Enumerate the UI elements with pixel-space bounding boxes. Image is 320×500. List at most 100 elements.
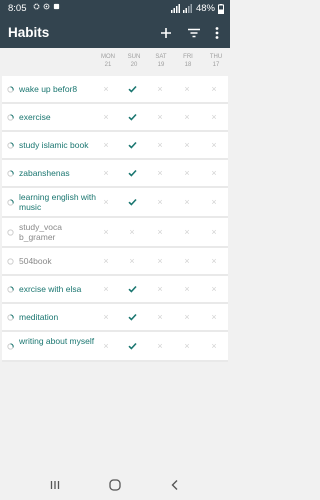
habit-check-cell-empty[interactable]: × (174, 226, 200, 238)
check-icon (127, 313, 137, 321)
habit-check-cell-empty[interactable]: × (201, 111, 227, 123)
habit-check-cell-empty[interactable]: × (174, 255, 200, 267)
cross-icon: × (103, 83, 109, 94)
habit-check-cell-empty[interactable]: × (93, 255, 119, 267)
status-time: 8:05 (8, 3, 27, 14)
habit-check-cell-empty[interactable]: × (147, 255, 173, 267)
habit-check-cell-empty[interactable]: × (174, 196, 200, 208)
habit-score-ring-icon (7, 228, 14, 236)
day-column-header: MON 21 (95, 53, 121, 69)
habit-row[interactable]: wake up befor8 × × × × (2, 76, 228, 104)
cross-icon: × (129, 255, 135, 266)
habit-score-ring-icon (7, 198, 14, 206)
habit-check-cell-empty[interactable]: × (147, 283, 173, 295)
habit-row[interactable]: zabanshenas × × × × (2, 160, 228, 188)
habit-check-cell-empty[interactable]: × (93, 83, 119, 95)
system-indicators: 48% (170, 3, 224, 14)
habit-row[interactable]: learning english with music × × × × (2, 188, 228, 218)
cross-icon: × (103, 283, 109, 294)
habit-check-cell-empty[interactable]: × (93, 167, 119, 179)
habit-row[interactable]: study islamic book × × × × (2, 132, 228, 160)
habit-check-cell-empty[interactable]: × (174, 83, 200, 95)
habit-check-cell-empty[interactable]: × (201, 139, 227, 151)
habit-check-cell-empty[interactable]: × (201, 283, 227, 295)
habit-check-cell-done[interactable] (119, 340, 145, 352)
habit-check-cell-empty[interactable]: × (147, 340, 173, 352)
habit-check-cell-empty[interactable]: × (174, 111, 200, 123)
habit-name: wake up befor8 (19, 84, 78, 94)
weekday-label: THU (209, 54, 223, 60)
habit-check-cell-empty[interactable]: × (174, 283, 200, 295)
habit-check-cell-empty[interactable]: × (147, 111, 173, 123)
habit-check-cell-empty[interactable]: × (147, 139, 173, 151)
habit-check-cell-empty[interactable]: × (93, 340, 119, 352)
weekday-label: SAT (155, 54, 167, 60)
cross-icon: × (184, 83, 190, 94)
habit-check-cell-empty[interactable]: × (201, 340, 227, 352)
date-label: 19 (157, 62, 165, 68)
signal-strength-icon (170, 4, 192, 13)
habit-check-cell-empty[interactable]: × (147, 83, 173, 95)
habit-score-ring-icon (7, 285, 14, 293)
habit-check-cell-empty[interactable]: × (93, 196, 119, 208)
habit-check-cell-done[interactable] (119, 167, 145, 179)
cross-icon: × (184, 226, 190, 237)
habit-check-cell-done[interactable] (119, 311, 145, 323)
habit-check-cell-empty[interactable]: × (201, 167, 227, 179)
date-label: 21 (104, 62, 112, 68)
app-bar: Habits (0, 18, 230, 48)
habit-check-cell-empty[interactable]: × (147, 196, 173, 208)
habit-check-cell-empty[interactable]: × (174, 167, 200, 179)
home-icon[interactable] (108, 478, 122, 492)
habit-check-cell-empty[interactable]: × (201, 83, 227, 95)
habit-check-cell-empty[interactable]: × (174, 340, 200, 352)
habit-check-cell-empty[interactable]: × (201, 226, 227, 238)
habit-check-cell-empty[interactable]: × (147, 311, 173, 323)
habit-check-cell-done[interactable] (119, 196, 145, 208)
recent-apps-icon[interactable] (48, 478, 62, 492)
habit-check-cell-empty[interactable]: × (93, 226, 119, 238)
filter-icon (188, 28, 200, 38)
habit-check-cell-empty[interactable]: × (93, 311, 119, 323)
habit-check-cell-empty[interactable]: × (174, 311, 200, 323)
habit-check-cell-empty[interactable]: × (201, 196, 227, 208)
habit-row[interactable]: study_voca b_gramer × × × × × (2, 218, 228, 248)
plus-icon (161, 28, 171, 38)
cross-icon: × (184, 111, 190, 122)
cross-icon: × (157, 111, 163, 122)
habit-check-cell-done[interactable] (119, 83, 145, 95)
habit-check-cell-empty[interactable]: × (201, 255, 227, 267)
habit-check-cell-empty[interactable]: × (174, 139, 200, 151)
add-habit-button[interactable] (157, 24, 175, 42)
habit-name: study islamic book (19, 140, 89, 150)
cross-icon: × (184, 283, 190, 294)
habit-row[interactable]: 504book × × × × × (2, 248, 228, 276)
habit-row[interactable]: writing about myself × × × × (2, 332, 228, 362)
habit-check-cell-empty[interactable]: × (93, 139, 119, 151)
overflow-menu-button[interactable] (208, 24, 226, 42)
habit-name: meditation (19, 312, 59, 322)
habit-row[interactable]: exercise × × × × (2, 104, 228, 132)
habit-check-cell-empty[interactable]: × (93, 111, 119, 123)
habit-check-cell-empty[interactable]: × (93, 283, 119, 295)
day-column-header: SUN 20 (121, 53, 147, 69)
habit-score-ring-icon (7, 85, 14, 93)
cross-icon: × (211, 196, 217, 207)
habit-check-cell-empty[interactable]: × (147, 226, 173, 238)
back-icon[interactable] (168, 478, 182, 492)
day-column-header: SAT 19 (148, 53, 174, 69)
habit-name: zabanshenas (19, 168, 70, 178)
system-nav-bar (0, 470, 230, 500)
habit-name: 504book (19, 256, 52, 266)
habit-check-cell-done[interactable] (119, 283, 145, 295)
habit-check-cell-empty[interactable]: × (201, 311, 227, 323)
habit-check-cell-empty[interactable]: × (119, 255, 145, 267)
habit-check-cell-empty[interactable]: × (147, 167, 173, 179)
check-icon (127, 342, 137, 350)
habit-row[interactable]: exrcise with elsa × × × × (2, 276, 228, 304)
filter-button[interactable] (185, 24, 203, 42)
habit-row[interactable]: meditation × × × × (2, 304, 228, 332)
habit-check-cell-empty[interactable]: × (119, 226, 145, 238)
habit-check-cell-done[interactable] (119, 139, 145, 151)
habit-check-cell-done[interactable] (119, 111, 145, 123)
